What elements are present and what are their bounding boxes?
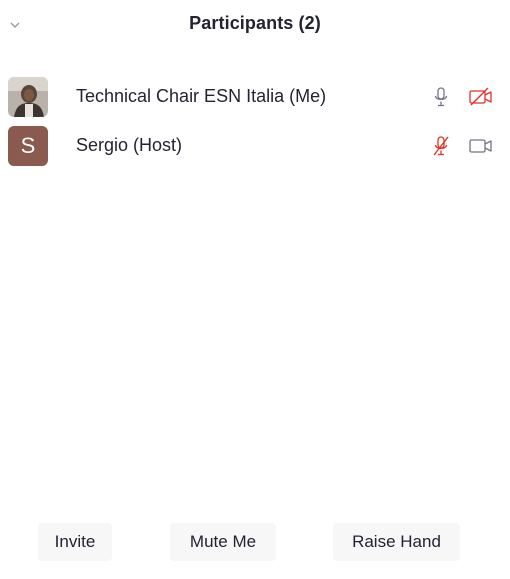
participant-row-me[interactable]: Technical Chair ESN Italia (Me) <box>0 74 510 120</box>
video-off-icon <box>469 87 492 106</box>
profile-photo <box>8 77 48 117</box>
mic-button[interactable] <box>428 134 454 158</box>
mute-me-button[interactable]: Mute Me <box>170 523 276 561</box>
participants-header: Participants (2) <box>0 0 510 52</box>
panel-title: Participants (2) <box>189 13 321 33</box>
avatar <box>8 77 48 117</box>
participants-footer: Invite Mute Me Raise Hand <box>0 520 510 564</box>
avatar-letter: S <box>8 126 48 166</box>
participant-name: Sergio (Host) <box>76 135 183 155</box>
mic-button[interactable] <box>428 85 454 109</box>
microphone-icon <box>434 87 448 107</box>
microphone-muted-icon <box>433 136 449 156</box>
avatar: S <box>8 126 48 166</box>
camera-button[interactable] <box>468 134 494 158</box>
invite-button[interactable]: Invite <box>38 523 112 561</box>
participants-list: Technical Chair ESN Italia (Me) S Sergio… <box>0 74 510 172</box>
video-camera-icon <box>469 139 492 153</box>
participant-name: Technical Chair ESN Italia (Me) <box>76 86 327 106</box>
participant-row-host[interactable]: S Sergio (Host) <box>0 123 510 169</box>
camera-button[interactable] <box>468 85 494 109</box>
raise-hand-button[interactable]: Raise Hand <box>333 523 460 561</box>
